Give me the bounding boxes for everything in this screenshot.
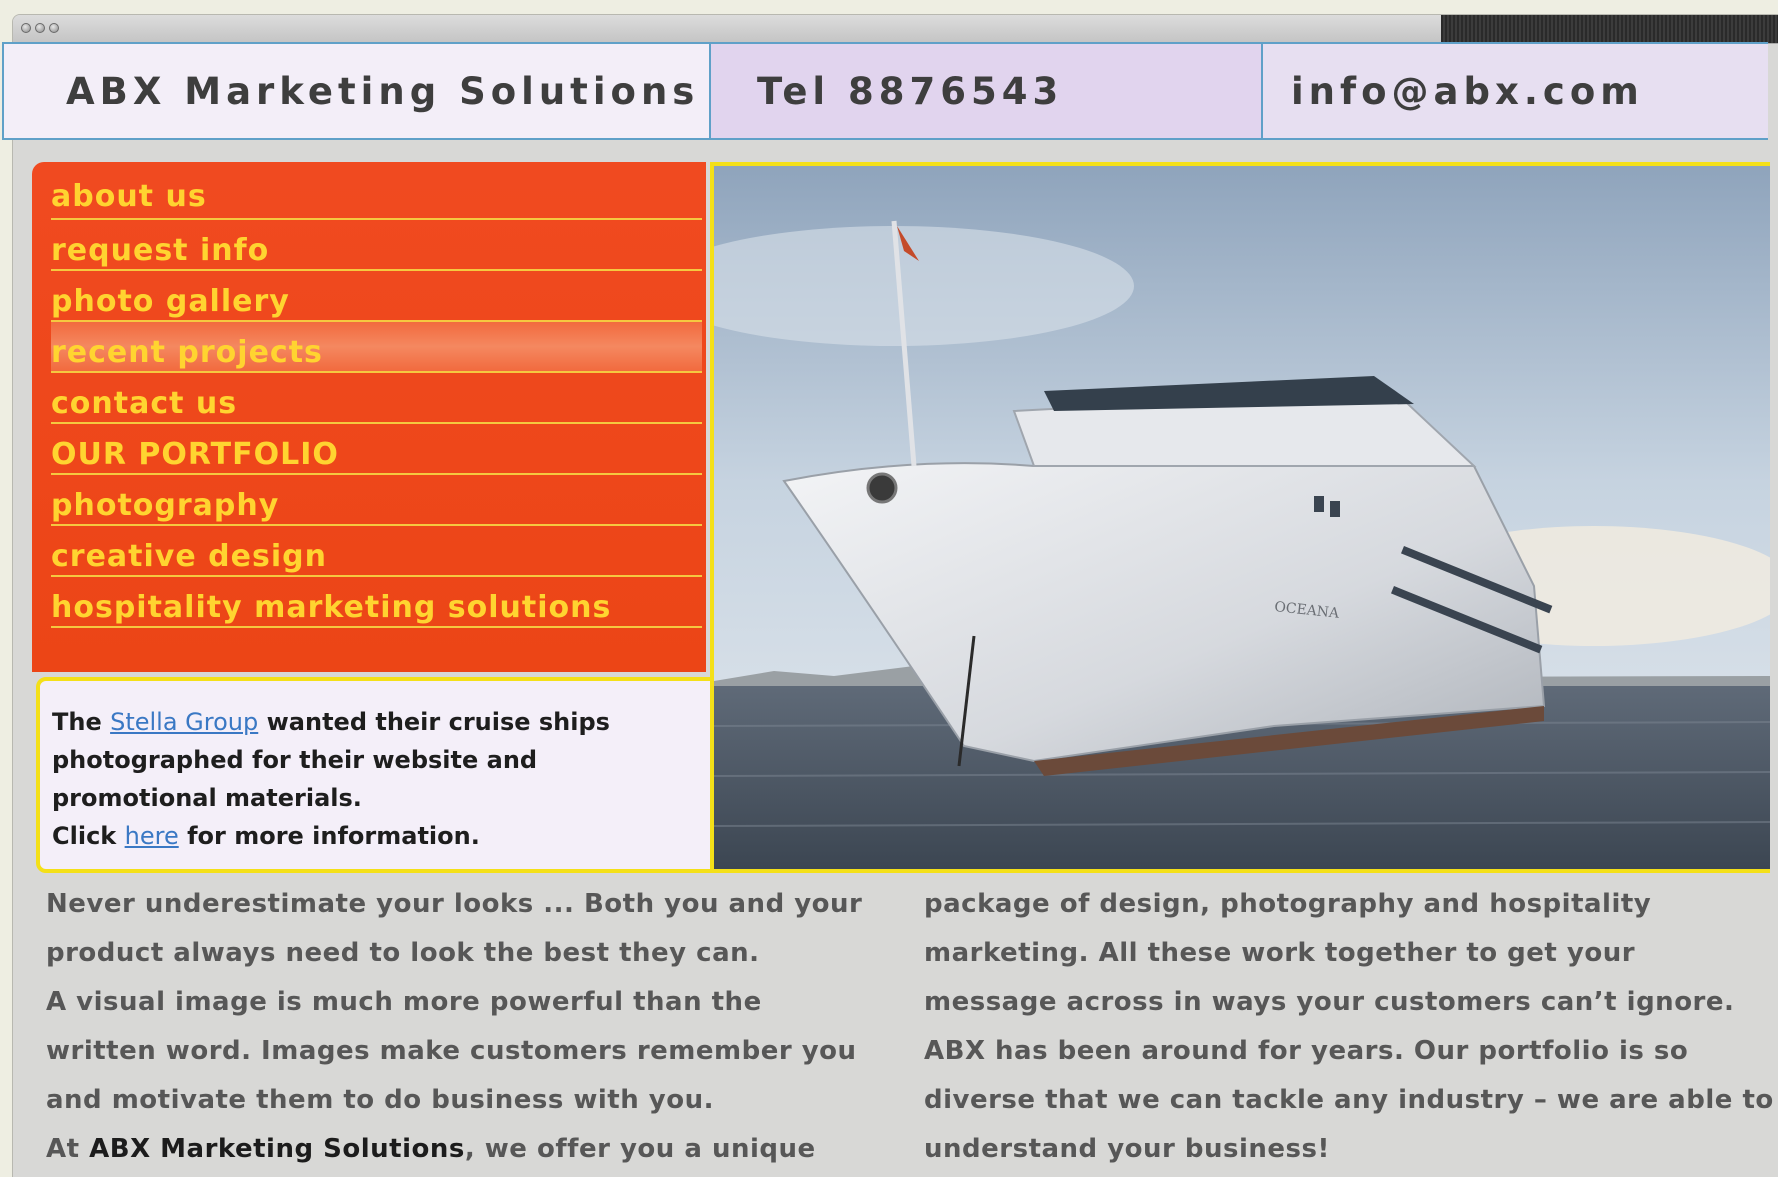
window-titlebar — [13, 15, 1778, 44]
nav-item-our-portfolio[interactable]: OUR PORTFOLIO — [51, 424, 702, 475]
titlebar-dark-strip — [1441, 15, 1778, 43]
click-suffix: for more information. — [187, 822, 480, 850]
body-right-p1: package of design, photography and hospi… — [924, 889, 1735, 1017]
stella-group-link[interactable]: Stella Group — [110, 708, 258, 736]
window-controls — [21, 23, 59, 33]
body-column-right: package of design, photography and hospi… — [924, 880, 1774, 1174]
project-info-box: The Stella Group wanted their cruise shi… — [36, 677, 722, 873]
cruise-ship-photo: OCEANA — [710, 162, 1770, 873]
zoom-window-button[interactable] — [49, 23, 59, 33]
body-right-p2: ABX has been around for years. Our portf… — [924, 1036, 1774, 1164]
phone-number: Tel 8876543 — [711, 44, 1263, 138]
click-prefix: Click — [52, 822, 117, 850]
nav-item-recent-projects[interactable]: recent projects — [51, 322, 702, 373]
nav-item-hospitality-marketing[interactable]: hospitality marketing solutions — [51, 577, 702, 628]
nav-item-contact-us[interactable]: contact us — [51, 373, 702, 424]
more-info-link[interactable]: here — [125, 822, 179, 850]
close-window-button[interactable] — [21, 23, 31, 33]
company-name: ABX Marketing Solutions — [89, 1134, 465, 1164]
body-left-p2: A visual image is much more powerful tha… — [46, 987, 857, 1115]
body-left-p3: At ABX Marketing Solutions, we offer you… — [46, 1125, 876, 1174]
nav-item-about-us[interactable]: about us — [51, 162, 702, 220]
body-left-p3-suffix: , we offer you a unique — [464, 1134, 816, 1164]
main-nav: about us request info photo gallery rece… — [32, 162, 706, 672]
brand-name: ABX Marketing Solutions — [4, 44, 711, 138]
body-left-p3-prefix: At — [46, 1134, 80, 1164]
body-left-p1: Never underestimate your looks ... Both … — [46, 889, 863, 968]
email-address[interactable]: info@abx.com — [1263, 44, 1768, 138]
nav-item-photo-gallery[interactable]: photo gallery — [51, 271, 702, 322]
nav-item-creative-design[interactable]: creative design — [51, 526, 702, 577]
cruise-ship-image: OCEANA — [714, 166, 1770, 869]
body-column-left: Never underestimate your looks ... Both … — [46, 880, 876, 1174]
nav-item-request-info[interactable]: request info — [51, 220, 702, 271]
site-header: ABX Marketing Solutions Tel 8876543 info… — [2, 42, 1768, 140]
nav-item-photography[interactable]: photography — [51, 475, 702, 526]
intro-prefix: The — [52, 708, 102, 736]
minimize-window-button[interactable] — [35, 23, 45, 33]
